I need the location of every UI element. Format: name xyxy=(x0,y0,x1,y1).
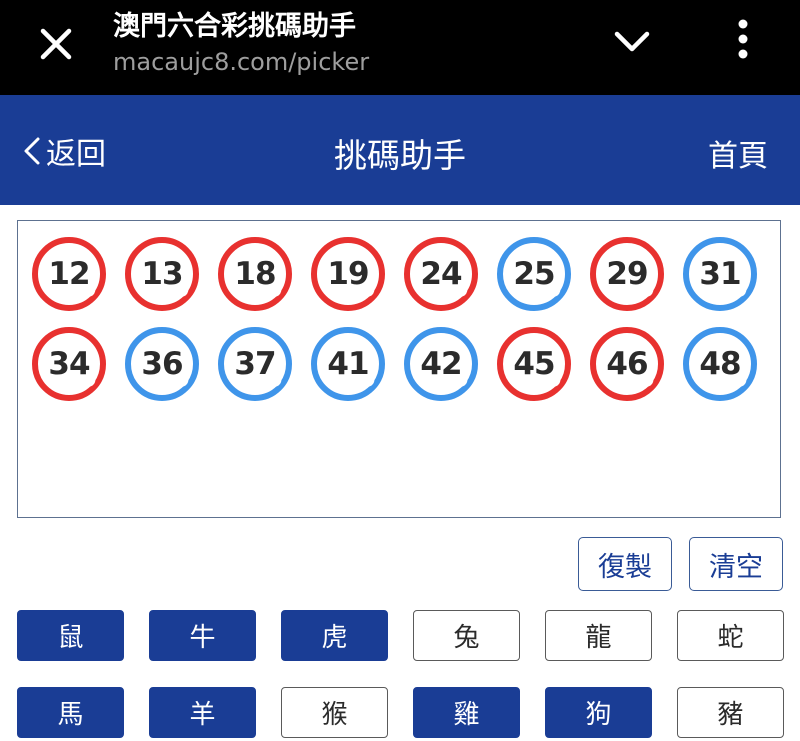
ball-number: 41 xyxy=(327,346,369,382)
number-ball[interactable]: 25 xyxy=(497,237,571,311)
number-ball[interactable]: 45 xyxy=(497,327,571,401)
ball-number: 34 xyxy=(48,346,90,382)
ball-number: 18 xyxy=(234,256,276,292)
ball-number: 25 xyxy=(513,256,555,292)
ball-grid: 12 13 18 19 24 25 29 31 34 36 37 41 42 45 46 48 xyxy=(32,237,757,401)
zodiac-button[interactable]: 鼠 xyxy=(17,610,124,661)
number-ball[interactable]: 37 xyxy=(218,327,292,401)
ball-number: 48 xyxy=(699,346,741,382)
ball-number: 31 xyxy=(699,256,741,292)
browser-page-title: 澳門六合彩挑碼助手 xyxy=(113,11,356,42)
zodiac-button[interactable]: 猴 xyxy=(281,687,388,738)
ball-number: 13 xyxy=(141,256,183,292)
zodiac-button[interactable]: 馬 xyxy=(17,687,124,738)
close-icon[interactable] xyxy=(30,18,82,70)
number-ball[interactable]: 41 xyxy=(311,327,385,401)
number-ball[interactable]: 18 xyxy=(218,237,292,311)
home-button[interactable]: 首頁 xyxy=(708,131,768,175)
zodiac-button[interactable]: 虎 xyxy=(281,610,388,661)
number-ball[interactable]: 19 xyxy=(311,237,385,311)
browser-top-bar: 澳門六合彩挑碼助手 macaujc8.com/picker xyxy=(0,0,800,95)
zodiac-selector: 鼠牛虎兔龍蛇馬羊猴雞狗豬 xyxy=(17,610,784,738)
app-header: 返回 挑碼助手 首頁 xyxy=(0,95,800,205)
clear-button[interactable]: 清空 xyxy=(689,537,783,591)
more-vert-icon[interactable] xyxy=(728,16,758,62)
ball-number: 37 xyxy=(234,346,276,382)
ball-number: 46 xyxy=(606,346,648,382)
ball-number: 19 xyxy=(327,256,369,292)
number-ball[interactable]: 48 xyxy=(683,327,757,401)
zodiac-button[interactable]: 豬 xyxy=(677,687,784,738)
ball-number: 42 xyxy=(420,346,462,382)
copy-button[interactable]: 復製 xyxy=(578,537,672,591)
chevron-down-icon[interactable] xyxy=(610,22,654,62)
page-title: 挑碼助手 xyxy=(334,136,466,175)
zodiac-button[interactable]: 狗 xyxy=(545,687,652,738)
number-ball[interactable]: 13 xyxy=(125,237,199,311)
number-ball[interactable]: 36 xyxy=(125,327,199,401)
number-ball[interactable]: 29 xyxy=(590,237,664,311)
ball-number: 24 xyxy=(420,256,462,292)
ball-number: 36 xyxy=(141,346,183,382)
ball-number: 12 xyxy=(48,256,90,292)
zodiac-button[interactable]: 龍 xyxy=(545,610,652,661)
picked-numbers-panel: 12 13 18 19 24 25 29 31 34 36 37 41 42 45 46 48 xyxy=(17,220,781,518)
zodiac-button[interactable]: 兔 xyxy=(413,610,520,661)
number-ball[interactable]: 12 xyxy=(32,237,106,311)
zodiac-button[interactable]: 蛇 xyxy=(677,610,784,661)
ball-number: 29 xyxy=(606,256,648,292)
number-ball[interactable]: 42 xyxy=(404,327,478,401)
zodiac-button[interactable]: 雞 xyxy=(413,687,520,738)
zodiac-button[interactable]: 牛 xyxy=(149,610,256,661)
number-ball[interactable]: 46 xyxy=(590,327,664,401)
browser-url[interactable]: macaujc8.com/picker xyxy=(113,48,369,76)
number-ball[interactable]: 31 xyxy=(683,237,757,311)
zodiac-button[interactable]: 羊 xyxy=(149,687,256,738)
ball-number: 45 xyxy=(513,346,555,382)
number-ball[interactable]: 34 xyxy=(32,327,106,401)
number-ball[interactable]: 24 xyxy=(404,237,478,311)
